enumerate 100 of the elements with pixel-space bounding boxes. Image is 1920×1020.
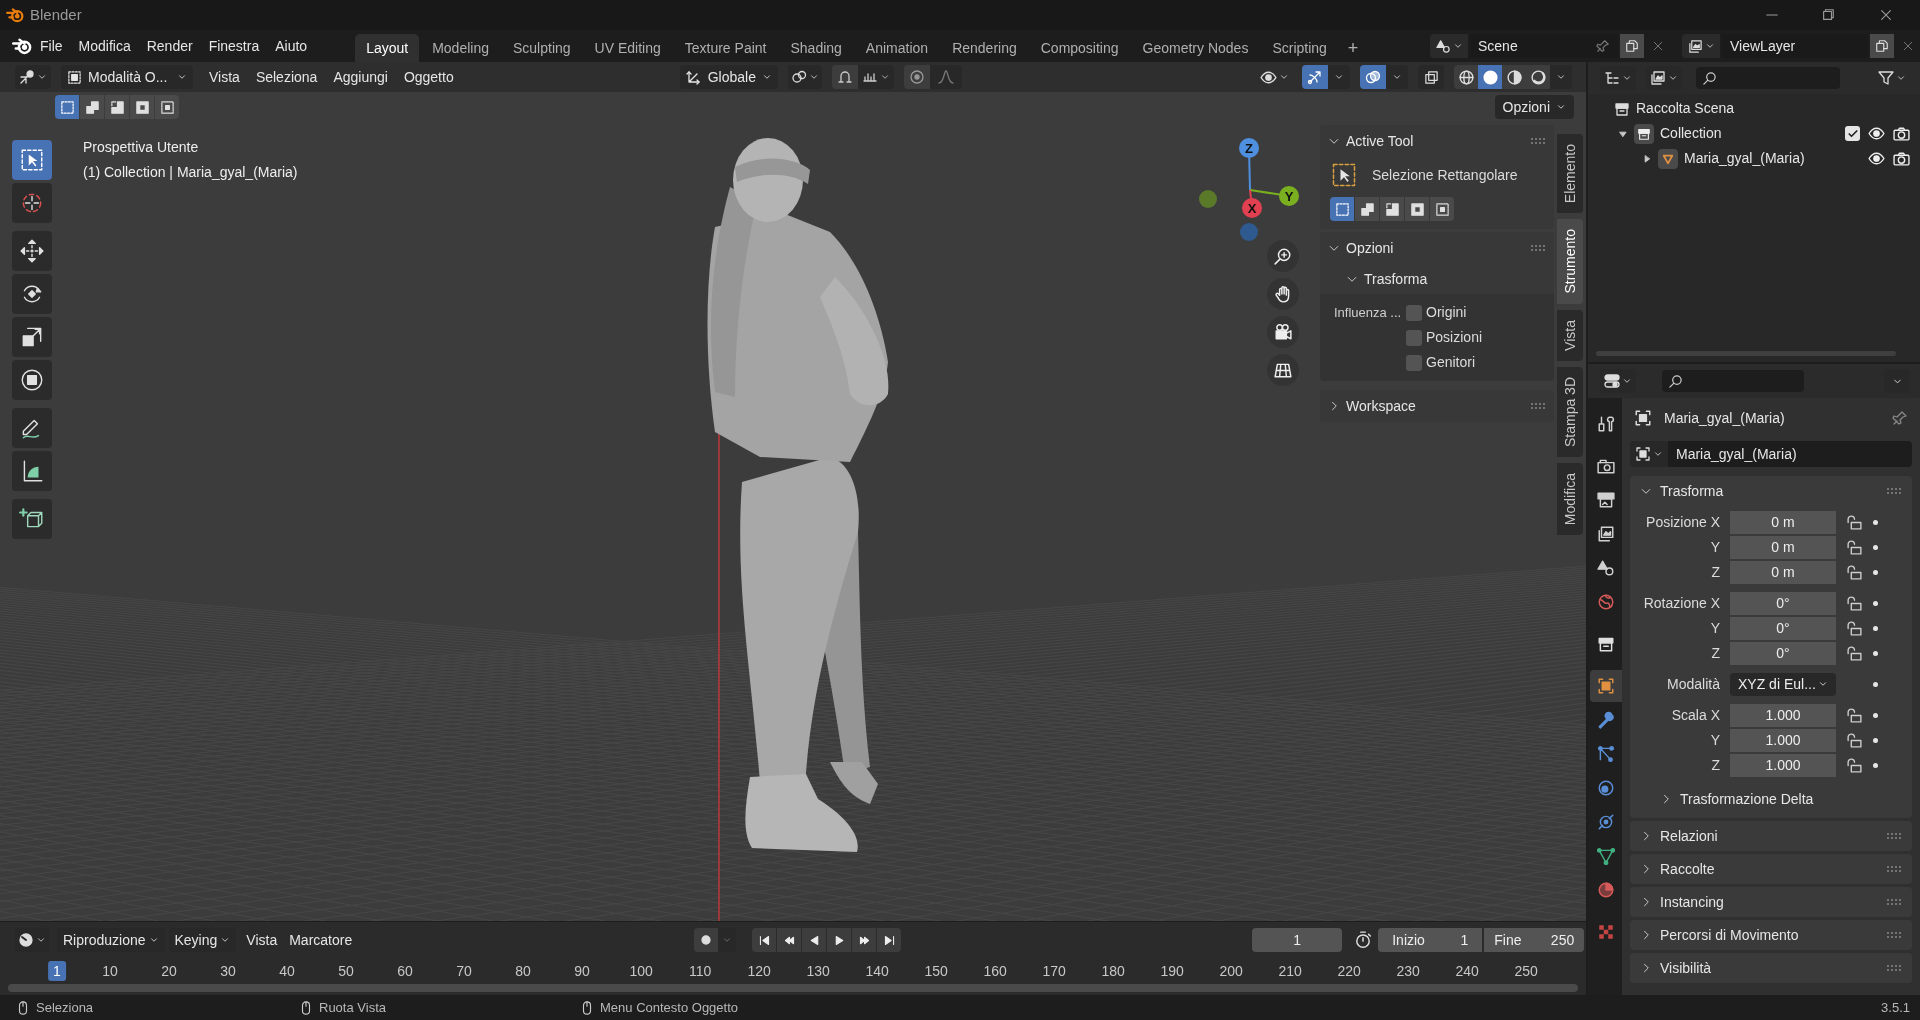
playback-button[interactable] bbox=[877, 928, 902, 952]
outliner-row[interactable]: Maria_gyal_(Maria) bbox=[1588, 146, 1920, 171]
tool-button[interactable] bbox=[12, 231, 52, 271]
sidebar-tab[interactable]: Modifica bbox=[1557, 462, 1583, 535]
lock-icon[interactable] bbox=[1846, 619, 1863, 637]
workspace-tab[interactable]: Texture Paint bbox=[673, 34, 778, 62]
tool-button[interactable] bbox=[12, 183, 52, 223]
tool-button[interactable] bbox=[12, 408, 52, 448]
number-field[interactable]: 0° bbox=[1730, 591, 1836, 615]
menu-item[interactable]: Seleziona bbox=[247, 65, 326, 89]
lock-icon[interactable] bbox=[1846, 538, 1863, 556]
options-dropdown[interactable]: Opzioni bbox=[1494, 95, 1574, 119]
workspace-tab[interactable]: Shading bbox=[779, 34, 853, 62]
workspace-tab[interactable]: Scripting bbox=[1261, 34, 1338, 62]
scrollbar[interactable] bbox=[1596, 351, 1896, 356]
record-button[interactable] bbox=[694, 928, 719, 952]
number-field[interactable]: 0 m bbox=[1730, 535, 1836, 559]
selection-mode-button[interactable] bbox=[55, 95, 79, 119]
scene-selector[interactable] bbox=[1430, 34, 1468, 58]
add-workspace-button[interactable]: + bbox=[1339, 34, 1367, 62]
menu-item[interactable]: Vista bbox=[240, 928, 284, 952]
workspace-tab[interactable]: Geometry Nodes bbox=[1131, 34, 1260, 62]
menu-item[interactable]: Modifica bbox=[70, 33, 139, 59]
selection-mode-button[interactable] bbox=[1330, 197, 1354, 221]
end-frame-field[interactable]: Fine 250 bbox=[1484, 928, 1585, 952]
eye-icon[interactable] bbox=[1868, 125, 1885, 142]
playback-button[interactable] bbox=[802, 928, 827, 952]
data-block-button[interactable] bbox=[1630, 441, 1668, 467]
tool-button[interactable] bbox=[12, 360, 52, 400]
camera-icon[interactable] bbox=[1893, 125, 1910, 142]
search-field[interactable] bbox=[1696, 67, 1840, 89]
orientation-dropdown[interactable]: Globale bbox=[679, 65, 778, 89]
selection-mode-button[interactable] bbox=[1430, 197, 1454, 221]
triangle-icon[interactable] bbox=[1618, 128, 1628, 139]
number-field[interactable]: 0° bbox=[1730, 616, 1836, 640]
selection-mode-button[interactable] bbox=[1380, 197, 1404, 221]
selection-mode-button[interactable] bbox=[80, 95, 104, 119]
playback-button[interactable] bbox=[852, 928, 877, 952]
close-icon[interactable] bbox=[1879, 8, 1893, 22]
gizmo-toggle-button[interactable] bbox=[1302, 65, 1328, 89]
start-frame-field[interactable]: Inizio 1 bbox=[1378, 928, 1483, 952]
tool-button[interactable] bbox=[12, 317, 52, 357]
outliner-row[interactable]: Collection bbox=[1588, 121, 1920, 146]
sidebar-tab[interactable]: Elemento bbox=[1557, 134, 1583, 214]
checkbox[interactable] bbox=[1406, 304, 1422, 321]
selection-mode-button[interactable] bbox=[105, 95, 129, 119]
overlay-toggle-button[interactable] bbox=[1360, 65, 1386, 89]
editor-type-button[interactable] bbox=[15, 65, 51, 89]
sidebar-tab[interactable]: Vista bbox=[1557, 309, 1583, 361]
menu-item[interactable]: Aiuto bbox=[267, 33, 316, 59]
workspace-tab[interactable]: Compositing bbox=[1029, 34, 1130, 62]
perspective-button[interactable] bbox=[1267, 354, 1299, 386]
playback-button[interactable] bbox=[752, 928, 777, 952]
tool-button[interactable] bbox=[12, 499, 52, 539]
workspace-tab[interactable]: Animation bbox=[854, 34, 940, 62]
copy-button[interactable] bbox=[1870, 34, 1894, 58]
lock-icon[interactable] bbox=[1846, 513, 1863, 531]
playback-button[interactable] bbox=[827, 928, 852, 952]
sidebar-tab[interactable]: Strumento bbox=[1557, 219, 1583, 304]
name-field[interactable]: Maria_gyal_(Maria) bbox=[1668, 441, 1912, 467]
shading-button[interactable] bbox=[1526, 65, 1550, 89]
workspace-tab[interactable]: UV Editing bbox=[583, 34, 672, 62]
mode-dropdown[interactable]: Modalità O... bbox=[61, 65, 193, 89]
snap-button[interactable] bbox=[831, 65, 858, 89]
workspace-tab[interactable]: Modeling bbox=[421, 34, 500, 62]
proportional-edit-button[interactable] bbox=[903, 65, 930, 89]
maximize-icon[interactable] bbox=[1821, 8, 1835, 22]
menu-item[interactable]: Finestra bbox=[200, 33, 268, 59]
tool-button[interactable] bbox=[12, 451, 52, 491]
playback-button[interactable] bbox=[777, 928, 802, 952]
axis-gizmo[interactable]: Z Y X bbox=[1194, 136, 1300, 242]
selection-mode-button[interactable] bbox=[1355, 197, 1379, 221]
lock-icon[interactable] bbox=[1846, 563, 1863, 581]
number-field[interactable]: 1.000 bbox=[1730, 753, 1836, 777]
number-field[interactable]: 1.000 bbox=[1730, 703, 1836, 727]
pin-icon[interactable] bbox=[1892, 410, 1908, 426]
pin-icon[interactable] bbox=[1596, 39, 1610, 53]
menu-item[interactable]: Vista bbox=[201, 65, 248, 89]
eye-icon[interactable] bbox=[1868, 150, 1885, 167]
falloff-button[interactable] bbox=[929, 65, 962, 89]
camera-icon[interactable] bbox=[1893, 150, 1910, 167]
selection-mode-button[interactable] bbox=[1405, 197, 1429, 221]
menu-item[interactable]: Render bbox=[138, 33, 201, 59]
tool-button[interactable] bbox=[12, 274, 52, 314]
menu-item[interactable]: Riproduzione bbox=[57, 928, 165, 952]
snap-target-button[interactable] bbox=[857, 65, 894, 89]
workspace-tab[interactable]: Rendering bbox=[941, 34, 1028, 62]
lock-icon[interactable] bbox=[1846, 644, 1863, 662]
menu-item[interactable]: Marcatore bbox=[283, 928, 359, 952]
copy-button[interactable] bbox=[1620, 34, 1644, 58]
lock-icon[interactable] bbox=[1846, 706, 1863, 724]
workspace-tab[interactable]: Layout bbox=[355, 34, 420, 62]
menu-item[interactable]: Oggetto bbox=[395, 65, 462, 89]
triangle-icon[interactable] bbox=[1642, 153, 1652, 164]
scrollbar[interactable] bbox=[8, 984, 1578, 992]
selection-mode-button[interactable] bbox=[130, 95, 154, 119]
tool-button[interactable] bbox=[12, 140, 52, 180]
view-layer-selector[interactable] bbox=[1682, 34, 1720, 58]
shading-button[interactable] bbox=[1454, 65, 1478, 89]
number-field[interactable]: 0 m bbox=[1730, 510, 1836, 534]
